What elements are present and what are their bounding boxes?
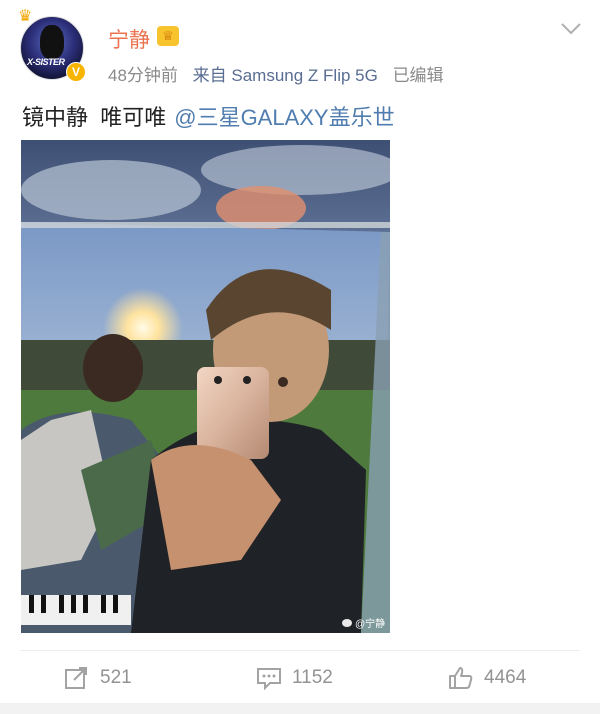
avatar-silhouette: [40, 25, 64, 59]
comment-button[interactable]: 1152: [256, 664, 333, 692]
edited-label[interactable]: 已编辑: [393, 66, 444, 85]
post-text: 镜中静 唯可唯: [22, 105, 167, 130]
repost-button[interactable]: 521: [64, 664, 132, 692]
post-meta: 48分钟前 来自 Samsung Z Flip 5G 已编辑: [108, 61, 454, 86]
bottom-bar: [0, 703, 600, 714]
trophy-icon: ♛: [18, 8, 33, 25]
comment-count: 1152: [292, 667, 333, 688]
post-header: X-SISTER ♛ V 宁静 ♕ 48分钟前 来自 Samsung Z Fli…: [0, 0, 600, 95]
chevron-down-icon[interactable]: [560, 22, 582, 36]
avatar-logo-text: X-SISTER: [27, 57, 65, 67]
mention-link[interactable]: @三星GALAXY盖乐世: [174, 105, 394, 130]
vip-crown-icon: ♕: [157, 26, 179, 46]
like-button[interactable]: 4464: [448, 664, 526, 692]
post-source: 来自 Samsung Z Flip 5G: [192, 66, 378, 85]
post-image[interactable]: @宁静: [21, 140, 390, 633]
author-name[interactable]: 宁静: [108, 24, 150, 54]
repost-count: 521: [100, 667, 132, 688]
post-body: 镜中静 唯可唯 @三星GALAXY盖乐世: [22, 100, 395, 132]
verified-badge-icon: V: [66, 62, 86, 82]
divider: [20, 650, 580, 651]
repost-icon: [65, 667, 87, 689]
mirror-selfie-photo: @宁静: [21, 140, 390, 633]
like-count: 4464: [484, 667, 527, 688]
like-icon: [449, 667, 473, 689]
weibo-logo-icon: [342, 619, 352, 627]
author-avatar[interactable]: X-SISTER ♛ V: [18, 8, 88, 82]
image-watermark: @宁静: [355, 617, 385, 630]
post-time[interactable]: 48分钟前: [108, 66, 178, 85]
comment-icon: [257, 668, 281, 690]
